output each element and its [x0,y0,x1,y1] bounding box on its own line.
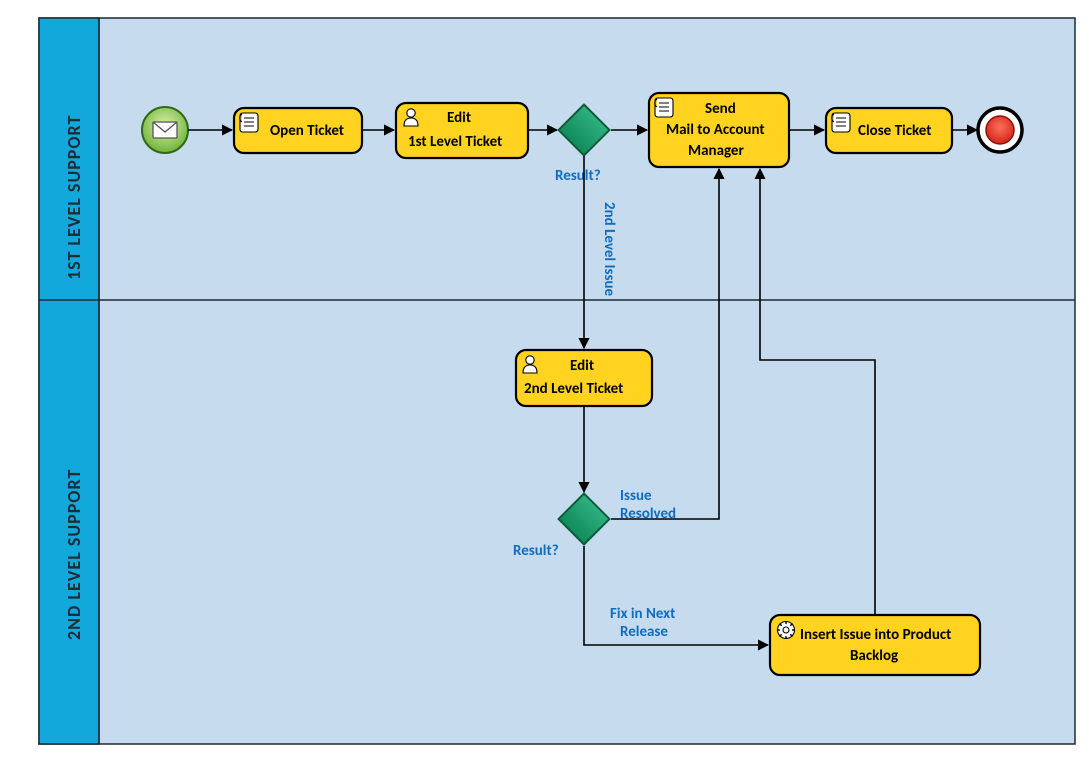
svg-text:Mail to Account: Mail to Account [666,121,765,139]
task-open-ticket-label: Open Ticket [270,122,344,140]
gateway-2-label: Result? [513,542,559,560]
svg-text:1st Level Ticket: 1st Level Ticket [408,133,502,151]
gateway-1-label: Result? [555,167,601,185]
svg-text:Backlog: Backlog [850,647,898,665]
task-close-ticket[interactable]: Close Ticket [826,108,952,153]
task-edit-2nd-level[interactable]: Edit 2nd Level Ticket [516,350,652,406]
lane-2-label: 2ND LEVEL SUPPORT [63,469,85,640]
svg-text:Edit: Edit [447,109,471,127]
script-icon [655,98,673,117]
svg-text:Resolved: Resolved [620,505,676,523]
svg-text:Issue: Issue [620,487,652,505]
svg-text:Fix in Next: Fix in Next [610,605,675,623]
flow-gw1-down-label: 2nd Level Issue [600,202,618,297]
bpmn-diagram: 1ST LEVEL SUPPORT 2ND LEVEL SUPPORT Open… [0,0,1089,768]
end-event[interactable] [978,108,1022,152]
script-icon [832,113,850,132]
mail-icon [153,122,177,138]
svg-text:Manager: Manager [688,142,744,160]
task-send-mail[interactable]: Send Mail to Account Manager [649,93,789,167]
task-close-ticket-label: Close Ticket [858,122,931,140]
script-icon [240,113,258,132]
svg-text:2nd Level Ticket: 2nd Level Ticket [524,380,623,398]
svg-text:Edit: Edit [570,357,594,375]
task-edit-1st-level[interactable]: Edit 1st Level Ticket [396,103,528,158]
task-open-ticket[interactable]: Open Ticket [234,108,362,153]
lane-1-label: 1ST LEVEL SUPPORT [63,115,85,280]
task-insert-backlog[interactable]: Insert Issue into Product Backlog [770,615,980,675]
svg-text:Send: Send [705,100,736,118]
service-icon [777,621,795,639]
svg-text:Insert Issue into Product: Insert Issue into Product [800,626,951,644]
start-event[interactable] [142,107,188,153]
svg-text:Release: Release [620,623,668,641]
